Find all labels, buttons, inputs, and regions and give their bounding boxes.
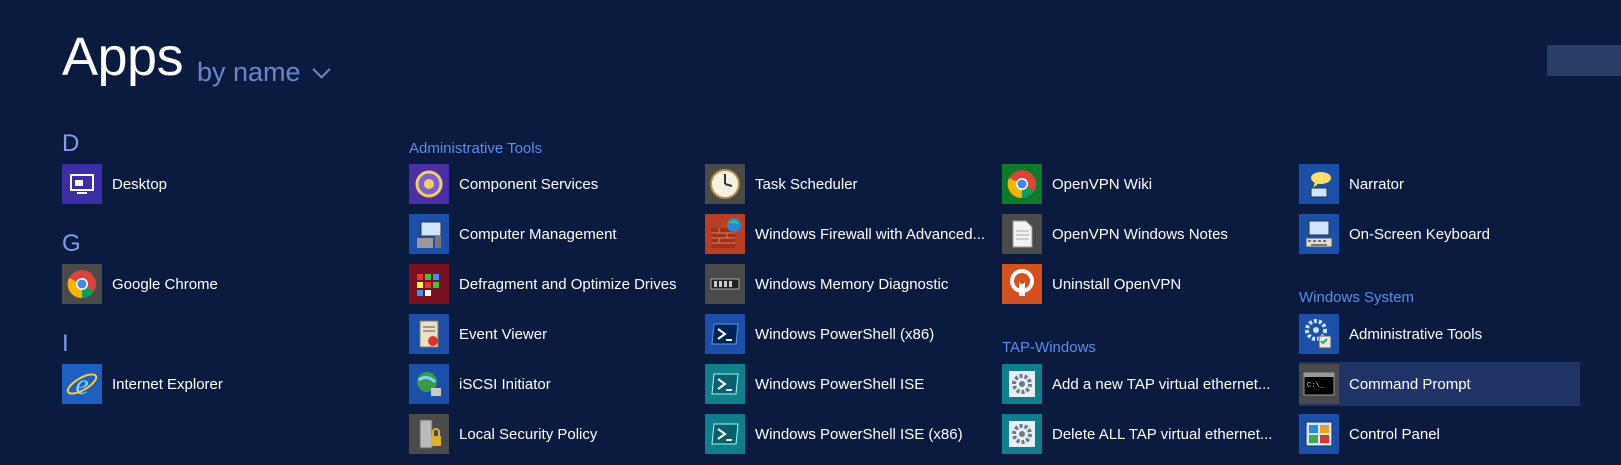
app-component-services[interactable]: Component Services <box>409 162 598 206</box>
app-label: Windows PowerShell ISE <box>755 375 925 393</box>
sort-by-dropdown[interactable]: by name <box>197 57 331 88</box>
app-label: Narrator <box>1349 175 1405 193</box>
app-label: Computer Management <box>459 225 617 243</box>
task-scheduler-icon <box>705 164 745 204</box>
computer-management-icon <box>409 214 449 254</box>
app-label: Defragment and Optimize Drives <box>459 275 677 293</box>
app-label: Task Scheduler <box>755 175 858 193</box>
app-label: Internet Explorer <box>112 375 223 393</box>
command-prompt-icon: C:\_ <box>1299 364 1339 404</box>
app-label: Add a new TAP virtual ethernet... <box>1052 375 1271 393</box>
app-label: Local Security Policy <box>459 425 598 443</box>
app-narrator[interactable]: Narrator <box>1299 162 1404 206</box>
app-powershell-ise[interactable]: Windows PowerShell ISE <box>705 362 924 406</box>
app-powershell-x86[interactable]: Windows PowerShell (x86) <box>705 312 934 356</box>
app-label: Windows Memory Diagnostic <box>755 275 949 293</box>
app-windows-memory-diagnostic[interactable]: Windows Memory Diagnostic <box>705 262 948 306</box>
app-desktop[interactable]: Desktop <box>62 162 167 206</box>
local-security-policy-icon <box>409 414 449 454</box>
app-powershell-ise-x86[interactable]: Windows PowerShell ISE (x86) <box>705 412 963 456</box>
app-label: Windows Firewall with Advanced... <box>755 225 986 243</box>
app-control-panel[interactable]: Control Panel <box>1299 412 1440 456</box>
app-label: Administrative Tools <box>1349 325 1483 343</box>
app-label: Desktop <box>112 175 168 193</box>
app-google-chrome[interactable]: Google Chrome <box>62 262 218 306</box>
powershell-icon <box>705 314 745 354</box>
svg-text:C:\_: C:\_ <box>1307 382 1325 390</box>
app-openvpn-wiki[interactable]: OpenVPN Wiki <box>1002 162 1152 206</box>
chrome-icon <box>1002 164 1042 204</box>
chevron-down-icon <box>311 60 331 79</box>
letter-header-g[interactable]: G <box>62 230 81 258</box>
svg-text:e: e <box>75 368 88 401</box>
iscsi-initiator-icon <box>409 364 449 404</box>
app-label: Windows PowerShell (x86) <box>755 325 935 343</box>
app-label: Delete ALL TAP virtual ethernet... <box>1052 425 1273 443</box>
group-header-windows-system[interactable]: Windows System <box>1299 289 1414 306</box>
gear-icon <box>1002 364 1042 404</box>
text-document-icon <box>1002 214 1042 254</box>
app-local-security-policy[interactable]: Local Security Policy <box>409 412 597 456</box>
openvpn-icon <box>1002 264 1042 304</box>
app-iscsi-initiator[interactable]: iSCSI Initiator <box>409 362 551 406</box>
letter-header-i[interactable]: I <box>62 330 69 358</box>
app-label: Event Viewer <box>459 325 548 343</box>
event-viewer-icon <box>409 314 449 354</box>
app-internet-explorer[interactable]: e Internet Explorer <box>62 362 223 406</box>
app-on-screen-keyboard[interactable]: On-Screen Keyboard <box>1299 212 1490 256</box>
app-label: OpenVPN Windows Notes <box>1052 225 1228 243</box>
app-label: On-Screen Keyboard <box>1349 225 1490 243</box>
app-command-prompt[interactable]: C:\_ Command Prompt <box>1299 362 1580 406</box>
app-label: Component Services <box>459 175 599 193</box>
app-label: Windows PowerShell ISE (x86) <box>755 425 963 443</box>
app-task-scheduler[interactable]: Task Scheduler <box>705 162 858 206</box>
app-windows-firewall[interactable]: Windows Firewall with Advanced... <box>705 212 985 256</box>
app-label: Uninstall OpenVPN <box>1052 275 1182 293</box>
app-label: Control Panel <box>1349 425 1440 443</box>
app-label: Google Chrome <box>112 275 218 293</box>
chrome-icon <box>62 264 102 304</box>
app-label: Command Prompt <box>1349 375 1471 393</box>
keyboard-icon <box>1299 214 1339 254</box>
memory-diagnostic-icon <box>705 264 745 304</box>
app-label: iSCSI Initiator <box>459 375 551 393</box>
app-event-viewer[interactable]: Event Viewer <box>409 312 547 356</box>
app-uninstall-openvpn[interactable]: Uninstall OpenVPN <box>1002 262 1181 306</box>
app-openvpn-windows-notes[interactable]: OpenVPN Windows Notes <box>1002 212 1228 256</box>
powershell-ise-icon <box>705 364 745 404</box>
narrator-icon <box>1299 164 1339 204</box>
app-computer-management[interactable]: Computer Management <box>409 212 617 256</box>
control-panel-icon <box>1299 414 1339 454</box>
internet-explorer-icon: e <box>62 364 102 404</box>
group-header-administrative-tools[interactable]: Administrative Tools <box>409 140 542 157</box>
app-label: OpenVPN Wiki <box>1052 175 1153 193</box>
firewall-icon <box>705 214 745 254</box>
component-services-icon <box>409 164 449 204</box>
page-title: Apps <box>62 27 184 87</box>
desktop-icon <box>62 164 102 204</box>
administrative-tools-icon <box>1299 314 1339 354</box>
group-header-tap-windows[interactable]: TAP-Windows <box>1002 339 1096 356</box>
powershell-ise-icon <box>705 414 745 454</box>
gear-icon <box>1002 414 1042 454</box>
sort-label: by name <box>197 57 301 87</box>
app-administrative-tools[interactable]: Administrative Tools <box>1299 312 1482 356</box>
search-box[interactable] <box>1547 45 1621 76</box>
app-add-tap-adapter[interactable]: Add a new TAP virtual ethernet... <box>1002 362 1270 406</box>
app-defragment-drives[interactable]: Defragment and Optimize Drives <box>409 262 677 306</box>
defragment-icon <box>409 264 449 304</box>
letter-header-d[interactable]: D <box>62 130 79 158</box>
app-delete-tap-adapters[interactable]: Delete ALL TAP virtual ethernet... <box>1002 412 1272 456</box>
